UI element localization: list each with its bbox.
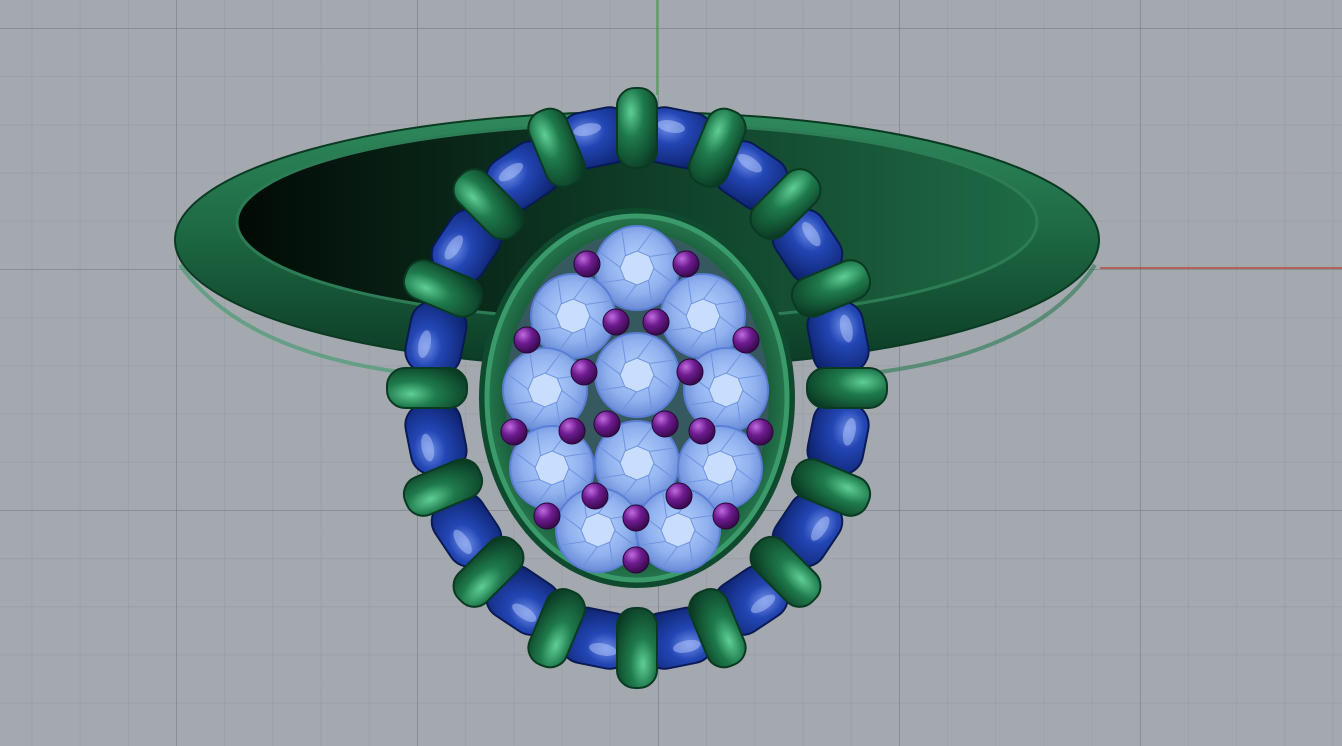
halo-prong <box>806 367 888 409</box>
bead <box>688 417 716 445</box>
halo-prong <box>616 607 658 689</box>
bead <box>533 502 561 530</box>
bead <box>732 326 760 354</box>
bead <box>593 410 621 438</box>
bead <box>513 326 541 354</box>
center-gem <box>660 273 746 359</box>
bead <box>712 502 740 530</box>
ring-model-render[interactable] <box>0 0 1342 746</box>
bead <box>573 250 601 278</box>
bead <box>602 308 630 336</box>
bead <box>558 417 586 445</box>
bead <box>651 410 679 438</box>
bead <box>642 308 670 336</box>
bead <box>665 482 693 510</box>
halo-prong <box>386 367 468 409</box>
bead <box>622 546 650 574</box>
halo-prong <box>616 87 658 169</box>
center-gem <box>530 273 616 359</box>
bead <box>500 418 528 446</box>
bead <box>746 418 774 446</box>
bead <box>622 504 650 532</box>
bead <box>676 358 704 386</box>
perspective-viewport[interactable] <box>0 0 1342 746</box>
bead <box>570 358 598 386</box>
center-gem <box>594 332 680 418</box>
bead <box>672 250 700 278</box>
bead <box>581 482 609 510</box>
